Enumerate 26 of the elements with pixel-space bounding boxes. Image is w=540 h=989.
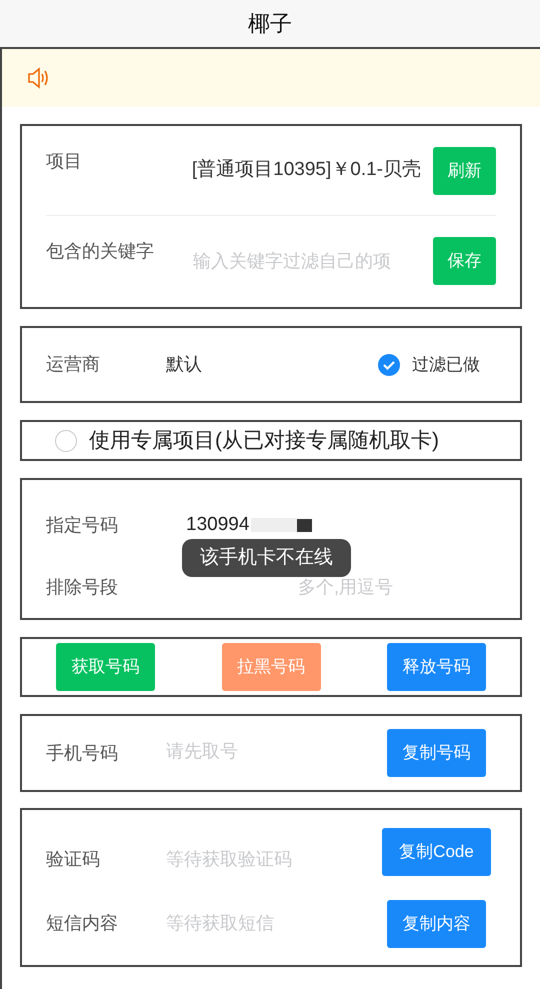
- action-button[interactable]: 释放号码: [387, 643, 486, 691]
- field-label: 指定号码: [46, 514, 119, 536]
- field-label: 包含的关键字: [46, 240, 155, 263]
- action-button[interactable]: 刷新: [433, 146, 496, 194]
- field-label: 项目: [46, 150, 83, 173]
- action-button[interactable]: 保存: [433, 237, 496, 285]
- checkbox[interactable]: [378, 354, 400, 376]
- speaker-icon: [27, 67, 51, 89]
- field-value: 默认: [166, 353, 203, 376]
- field-label: 手机号码: [46, 742, 119, 764]
- field-label: 运营商: [46, 353, 101, 376]
- field-value: [普通项目10395]￥0.1-贝壳: [191, 158, 422, 182]
- action-button[interactable]: 复制内容: [387, 900, 486, 948]
- offline-toast: 该手机卡不在线: [182, 539, 351, 577]
- field-label: 排除号段: [46, 576, 119, 598]
- field-label: 验证码: [46, 848, 101, 871]
- action-button[interactable]: 拉黑号码: [222, 643, 320, 691]
- checkbox-label: 过滤已做: [412, 354, 480, 376]
- action-button[interactable]: 复制Code: [382, 828, 491, 876]
- field-label: 短信内容: [46, 912, 119, 935]
- action-button[interactable]: 获取号码: [56, 643, 155, 691]
- window-title: 椰子: [248, 10, 292, 38]
- field-value: 130994: [186, 512, 250, 537]
- radio-button[interactable]: [55, 430, 77, 452]
- action-button[interactable]: 复制号码: [387, 729, 486, 777]
- radio-label: 使用专属项目(从已对接专属随机取卡): [89, 428, 439, 454]
